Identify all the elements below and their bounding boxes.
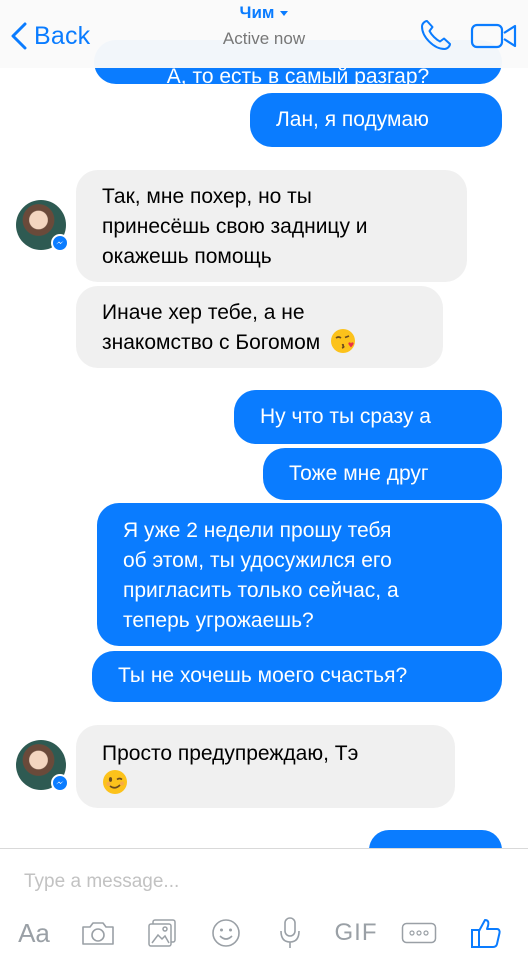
composer-toolbar: Aa GIF (0, 911, 528, 955)
message-text: Ну что ты сразу а (260, 405, 431, 428)
message-text: Ты не хочешь моего счастья? (118, 664, 408, 687)
more-button[interactable] (398, 911, 440, 955)
message-text: пригласить только сейчас, а (123, 579, 399, 602)
message-text: окажешь помощь (102, 245, 272, 268)
winking-emoji-icon (103, 770, 127, 794)
message-text: знакомство с Богомом (102, 331, 321, 354)
gif-button[interactable]: GIF (330, 911, 382, 955)
contact-title[interactable]: Чим Active now (164, 3, 364, 49)
phone-icon[interactable] (419, 18, 453, 52)
message-bubble-outgoing[interactable]: Ты не хочешь моего счастья? (92, 651, 502, 702)
back-chevron-icon (11, 22, 27, 50)
message-text: Лан, я подумаю (276, 108, 429, 131)
message-bubble-incoming[interactable]: Просто предупреждаю, Тэ (76, 725, 455, 808)
text-format-button[interactable]: Aa (14, 911, 54, 955)
message-bubble-incoming[interactable]: Иначе хер тебе, а не знакомство с Богомо… (76, 286, 443, 368)
message-text: Тоже мне друг (289, 462, 429, 485)
emoji-button[interactable] (204, 911, 248, 955)
photo-icon (148, 919, 176, 947)
message-bubble-outgoing[interactable]: Я уже 2 недели прошу тебя об этом, ты уд… (97, 503, 502, 646)
active-status: Active now (222, 29, 306, 48)
message-text: об этом, ты удосужился его (123, 549, 392, 572)
camera-icon (82, 922, 114, 945)
message-input[interactable] (22, 867, 506, 897)
like-button[interactable] (464, 911, 508, 955)
back-label: Back (34, 21, 91, 50)
message-bubble-outgoing[interactable]: Тоже мне друг (263, 448, 502, 500)
composer-bar: Aa (0, 848, 528, 961)
message-bubble-outgoing[interactable]: Ну что ты сразу а (234, 390, 502, 444)
voice-button[interactable] (270, 911, 310, 955)
message-bubble-outgoing[interactable]: Лан, я подумаю (250, 93, 502, 147)
contact-avatar[interactable] (16, 740, 69, 792)
chat-header: Back Чим Active now (0, 0, 528, 68)
message-bubble-outgoing[interactable] (369, 830, 502, 848)
message-text: теперь угрожаешь? (123, 609, 314, 632)
emoji-icon (212, 919, 240, 947)
microphone-icon (280, 917, 300, 948)
messenger-badge-icon (51, 234, 69, 252)
more-icon (401, 922, 437, 944)
kissing-emoji-icon (331, 329, 356, 353)
message-thread[interactable]: А, то есть в самый разгар? Лан, я подума… (0, 0, 528, 848)
video-camera-icon[interactable] (470, 22, 518, 50)
thumbs-up-icon (471, 919, 501, 948)
messenger-badge-icon (51, 774, 69, 792)
message-text: принесёшь свою задницу и (102, 215, 368, 238)
message-text: Иначе хер тебе, а не (102, 301, 305, 324)
photo-button[interactable] (140, 911, 184, 955)
chevron-down-icon (280, 10, 289, 16)
contact-name: Чим (239, 3, 275, 22)
message-text: Просто предупреждаю, Тэ (102, 742, 359, 765)
gif-label: GIF (334, 919, 378, 946)
message-bubble-incoming[interactable]: Так, мне похер, но ты принесёшь свою зад… (76, 170, 467, 282)
camera-button[interactable] (76, 911, 120, 955)
message-text: Так, мне похер, но ты (102, 185, 312, 208)
message-text: Я уже 2 недели прошу тебя (123, 519, 392, 542)
contact-avatar[interactable] (16, 200, 69, 252)
back-button[interactable]: Back (10, 16, 90, 56)
aa-label: Aa (18, 917, 50, 948)
